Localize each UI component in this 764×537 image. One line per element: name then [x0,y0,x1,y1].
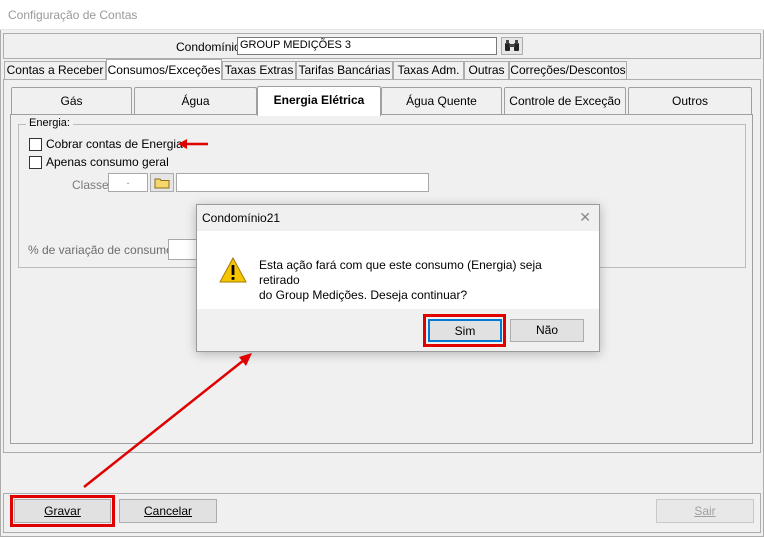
annotation-arrow-long [83,353,252,488]
tab-energia-eletrica[interactable]: Energia Elétrica [257,86,381,116]
tab-consumos-excecoes[interactable]: Consumos/Exceções [106,59,222,80]
